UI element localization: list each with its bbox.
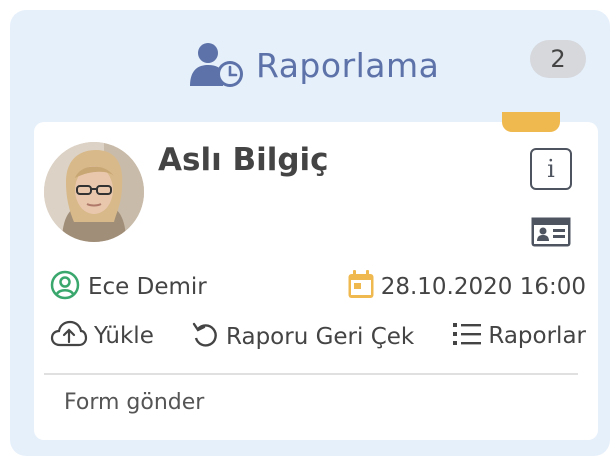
card-status-tag (502, 112, 560, 132)
form-send-link[interactable]: Form gönder (64, 390, 204, 415)
reports-label: Raporlar (488, 323, 586, 349)
calendar-icon (347, 270, 375, 304)
avatar (44, 142, 144, 242)
user-circle-icon (50, 270, 80, 304)
assignee: Ece Demir (50, 270, 207, 304)
undo-icon (190, 320, 220, 354)
panel-title-group: Raporlama (190, 42, 439, 88)
info-icon[interactable]: i (530, 148, 572, 190)
reporting-panel: Raporlama 2 Aslı Bilgiç i Ece Demir 28.1… (10, 10, 610, 456)
panel-title: Raporlama (256, 45, 440, 85)
reports-button[interactable]: Raporlar (452, 320, 586, 352)
count-badge: 2 (530, 40, 586, 78)
person-name: Aslı Bilgiç (158, 142, 329, 178)
date-text: 28.10.2020 16:00 (380, 274, 586, 300)
actions-row: Yükle Raporu Geri Çek Raporlar (46, 320, 586, 354)
divider (44, 373, 578, 375)
panel-header: Raporlama 2 (10, 32, 610, 88)
upload-button[interactable]: Yükle (50, 320, 154, 352)
upload-label: Yükle (94, 323, 154, 349)
revert-report-button[interactable]: Raporu Geri Çek (190, 320, 414, 354)
revert-report-label: Raporu Geri Çek (226, 324, 415, 350)
date: 28.10.2020 16:00 (347, 270, 586, 304)
assignee-name: Ece Demir (88, 274, 207, 300)
meta-row: Ece Demir 28.10.2020 16:00 (46, 270, 586, 302)
list-icon (452, 320, 482, 352)
id-card-icon[interactable] (530, 216, 572, 248)
user-clock-icon (190, 42, 244, 88)
cloud-upload-icon (50, 320, 88, 352)
report-card[interactable]: Aslı Bilgiç i Ece Demir 28.10.2020 16:00… (34, 112, 598, 440)
